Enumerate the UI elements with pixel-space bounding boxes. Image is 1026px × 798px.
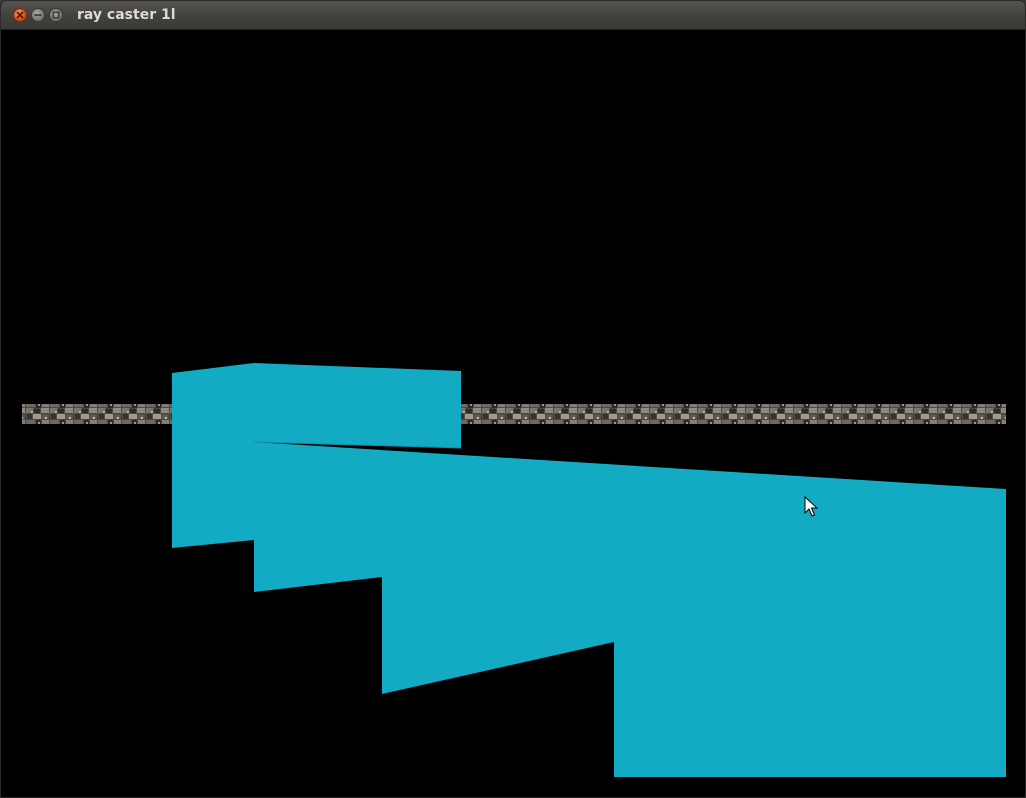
wall-face-upper: [172, 363, 461, 450]
window-title: ray caster 1l: [77, 7, 176, 23]
arrow-pointer-icon: [804, 496, 818, 518]
app-window: ray caster 1l: [0, 0, 1026, 798]
minimize-button[interactable]: [31, 8, 45, 22]
maximize-icon: [52, 11, 60, 19]
close-icon: [16, 11, 24, 19]
render-viewport[interactable]: [2, 30, 1025, 797]
textured-far-wall: [22, 404, 1006, 424]
minimize-icon: [34, 14, 42, 16]
raycast-scene: [2, 30, 1025, 797]
maximize-button[interactable]: [49, 8, 63, 22]
close-button[interactable]: [13, 8, 27, 22]
title-bar[interactable]: ray caster 1l: [1, 1, 1025, 30]
